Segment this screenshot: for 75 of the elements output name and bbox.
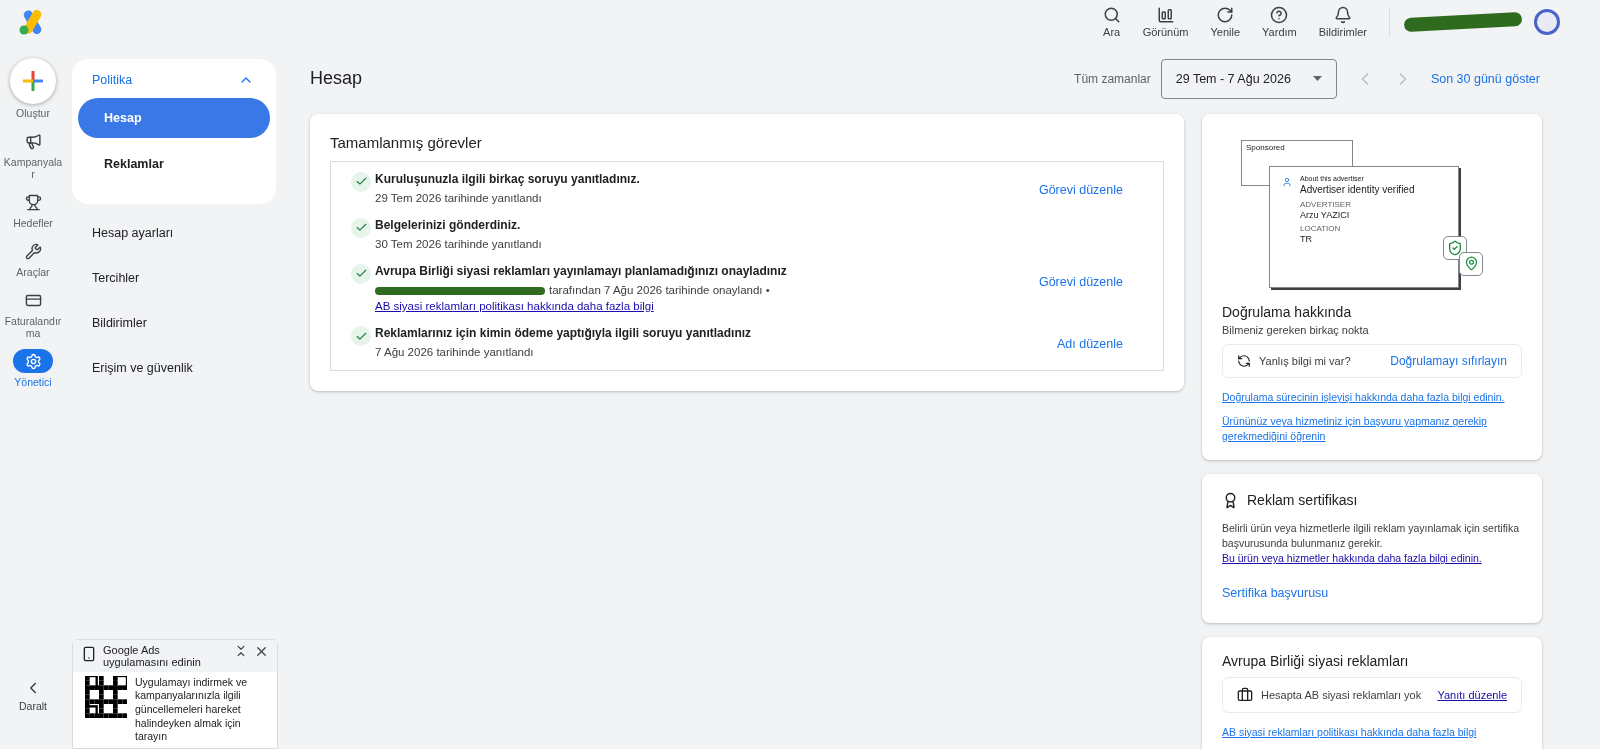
plus-icon — [23, 71, 43, 91]
chart-icon — [1156, 6, 1175, 24]
toolbar-button[interactable]: Yardım — [1254, 6, 1305, 38]
nav-item[interactable]: Hesap — [78, 98, 270, 138]
nav-item[interactable]: Tercihler — [72, 255, 276, 300]
illustration-text: Arzu YAZICI — [1300, 209, 1351, 220]
illustration-text: TR — [1300, 233, 1313, 244]
illustration-text: LOCATION — [1300, 223, 1342, 233]
apply-certificate-link[interactable]: Sertifika başvurusu — [1222, 585, 1329, 600]
prompt-text: Yanlış bilgi mi var? — [1259, 354, 1352, 367]
edit-task-link[interactable]: Görevi düzenle — [1038, 274, 1123, 289]
nav-item[interactable]: Bildirimler — [72, 300, 276, 345]
toolbar-button[interactable]: Yenile — [1202, 6, 1249, 38]
user-icon — [1282, 176, 1292, 187]
toolbar-button[interactable]: Görünüm — [1134, 6, 1197, 38]
info-link[interactable]: Bu ürün veya hizmetler hakkında daha fazla bilgi edinin. — [1222, 552, 1482, 565]
bell-icon — [1333, 6, 1352, 24]
toolbar-button[interactable]: Ara — [1094, 6, 1129, 38]
collapse-icon[interactable] — [234, 643, 248, 658]
task-detail: tarafından 7 Ağu 2026 tarihinde onaylandı • AB siyasi reklamları politikası hakkında daha fazla bilgi — [375, 282, 771, 315]
illustration-text: ADVERTISER — [1300, 199, 1352, 209]
rail-item[interactable]: Araçlar — [3, 239, 63, 278]
show-last-30-days-link[interactable]: Son 30 günü göster — [1430, 71, 1540, 86]
edit-task-link[interactable]: Adı düzenle — [1056, 337, 1123, 352]
rail-item[interactable]: Kampanyalar — [3, 129, 63, 180]
rail-item[interactable]: Yönetici — [3, 349, 63, 388]
rail-item[interactable]: Hedefler — [3, 190, 63, 229]
qr-code — [85, 675, 127, 718]
date-range-select[interactable]: 29 Tem - 7 Ağu 2026 — [1160, 58, 1337, 99]
trophy-icon — [24, 193, 42, 211]
reset-verification-link[interactable]: Doğrulamayı sıfırlayın — [1390, 353, 1507, 368]
edit-task-link[interactable]: Görevi düzenle — [1038, 182, 1123, 197]
avatar[interactable] — [1534, 9, 1560, 35]
page-title: Hesap — [310, 68, 363, 90]
phone-icon — [81, 645, 97, 662]
refresh-icon — [1237, 353, 1251, 368]
card-title: Tamamlanmış görevler — [330, 133, 483, 151]
nav-item[interactable]: Hesap ayarları — [72, 210, 276, 255]
task-detail: 29 Tem 2026 tarihinde yanıtlandı — [375, 190, 543, 206]
rail-item[interactable]: Faturalandırma — [3, 288, 63, 339]
policy-link[interactable]: AB siyasi reklamları politikası hakkında daha fazla bilgi — [375, 300, 654, 313]
info-link[interactable]: AB siyasi reklamları politikası hakkında daha fazla bilgi — [1222, 724, 1522, 740]
card-title: Reklam sertifikası — [1247, 492, 1358, 509]
certificate-text: Belirli ürün veya hizmetlerle ilgili reklam yayınlamak için sertifika başvurusunda bulunmanız gerekir. Bu ürün veya hizmetler hakkında daha fazla bilgi edinin. — [1222, 520, 1520, 567]
caret-icon — [1312, 76, 1322, 82]
card-subtitle: Bilmeniz gereken birkaç nokta — [1222, 323, 1370, 336]
collapse-button[interactable]: Daralt — [13, 678, 53, 713]
megaphone-icon — [24, 132, 42, 150]
nav-item[interactable]: Reklamlar — [78, 144, 270, 184]
promo-title: Google Ads uygulamasını edinin — [103, 643, 202, 668]
nav-group-header[interactable]: Politika — [78, 65, 270, 98]
help-icon — [1270, 6, 1289, 24]
task-title: Reklamlarınız için kimin ödeme yaptığıyla ilgili soruyu yanıtladınız — [375, 326, 753, 341]
search-icon — [1102, 6, 1121, 24]
promo-text: Uygulamayı indirmek ve kampanyalarınızla ilgili güncellemeleri hareket halindeyken almak için tarayın — [135, 675, 249, 744]
refresh-icon — [1216, 6, 1235, 24]
range-label: Tüm zamanlar — [1074, 71, 1151, 86]
task-title: Kuruluşunuzla ilgili birkaç soruyu yanıtladınız. — [375, 171, 641, 186]
card-title: Doğrulama hakkında — [1222, 303, 1353, 320]
task-detail: 30 Tem 2026 tarihinde yanıtlandı — [375, 236, 543, 252]
edit-answer-link[interactable]: Yanıtı düzenle — [1437, 688, 1507, 701]
briefcase-icon — [1237, 686, 1253, 703]
sponsored-label: Sponsored — [1246, 142, 1286, 152]
card-title: Avrupa Birliği siyasi reklamları — [1222, 652, 1410, 669]
wrench-icon — [24, 242, 42, 260]
task-detail: 7 Ağu 2026 tarihinde yanıtlandı — [375, 345, 535, 361]
toolbar-button[interactable]: Bildirimler — [1310, 6, 1375, 38]
illustration-text: Advertiser identity verified — [1300, 183, 1416, 195]
nav-item[interactable]: Erişim ve güvenlik — [72, 345, 276, 390]
info-link[interactable]: Ürününüz veya hizmetiniz için başvuru yapmanız gerekip gerekmediğini öğrenin — [1222, 414, 1522, 444]
settings-icon — [24, 352, 42, 370]
task-title: Belgelerinizi gönderdiniz. — [375, 217, 522, 232]
task-title: Avrupa Birliği siyasi reklamları yayınlamayı planlamadığınızı onayladınız — [375, 263, 788, 278]
status-text: Hesapta AB siyasi reklamları yok — [1261, 688, 1423, 701]
info-link[interactable]: Doğrulama sürecinin işleyişi hakkında daha fazla bilgi edinin. — [1222, 389, 1522, 405]
